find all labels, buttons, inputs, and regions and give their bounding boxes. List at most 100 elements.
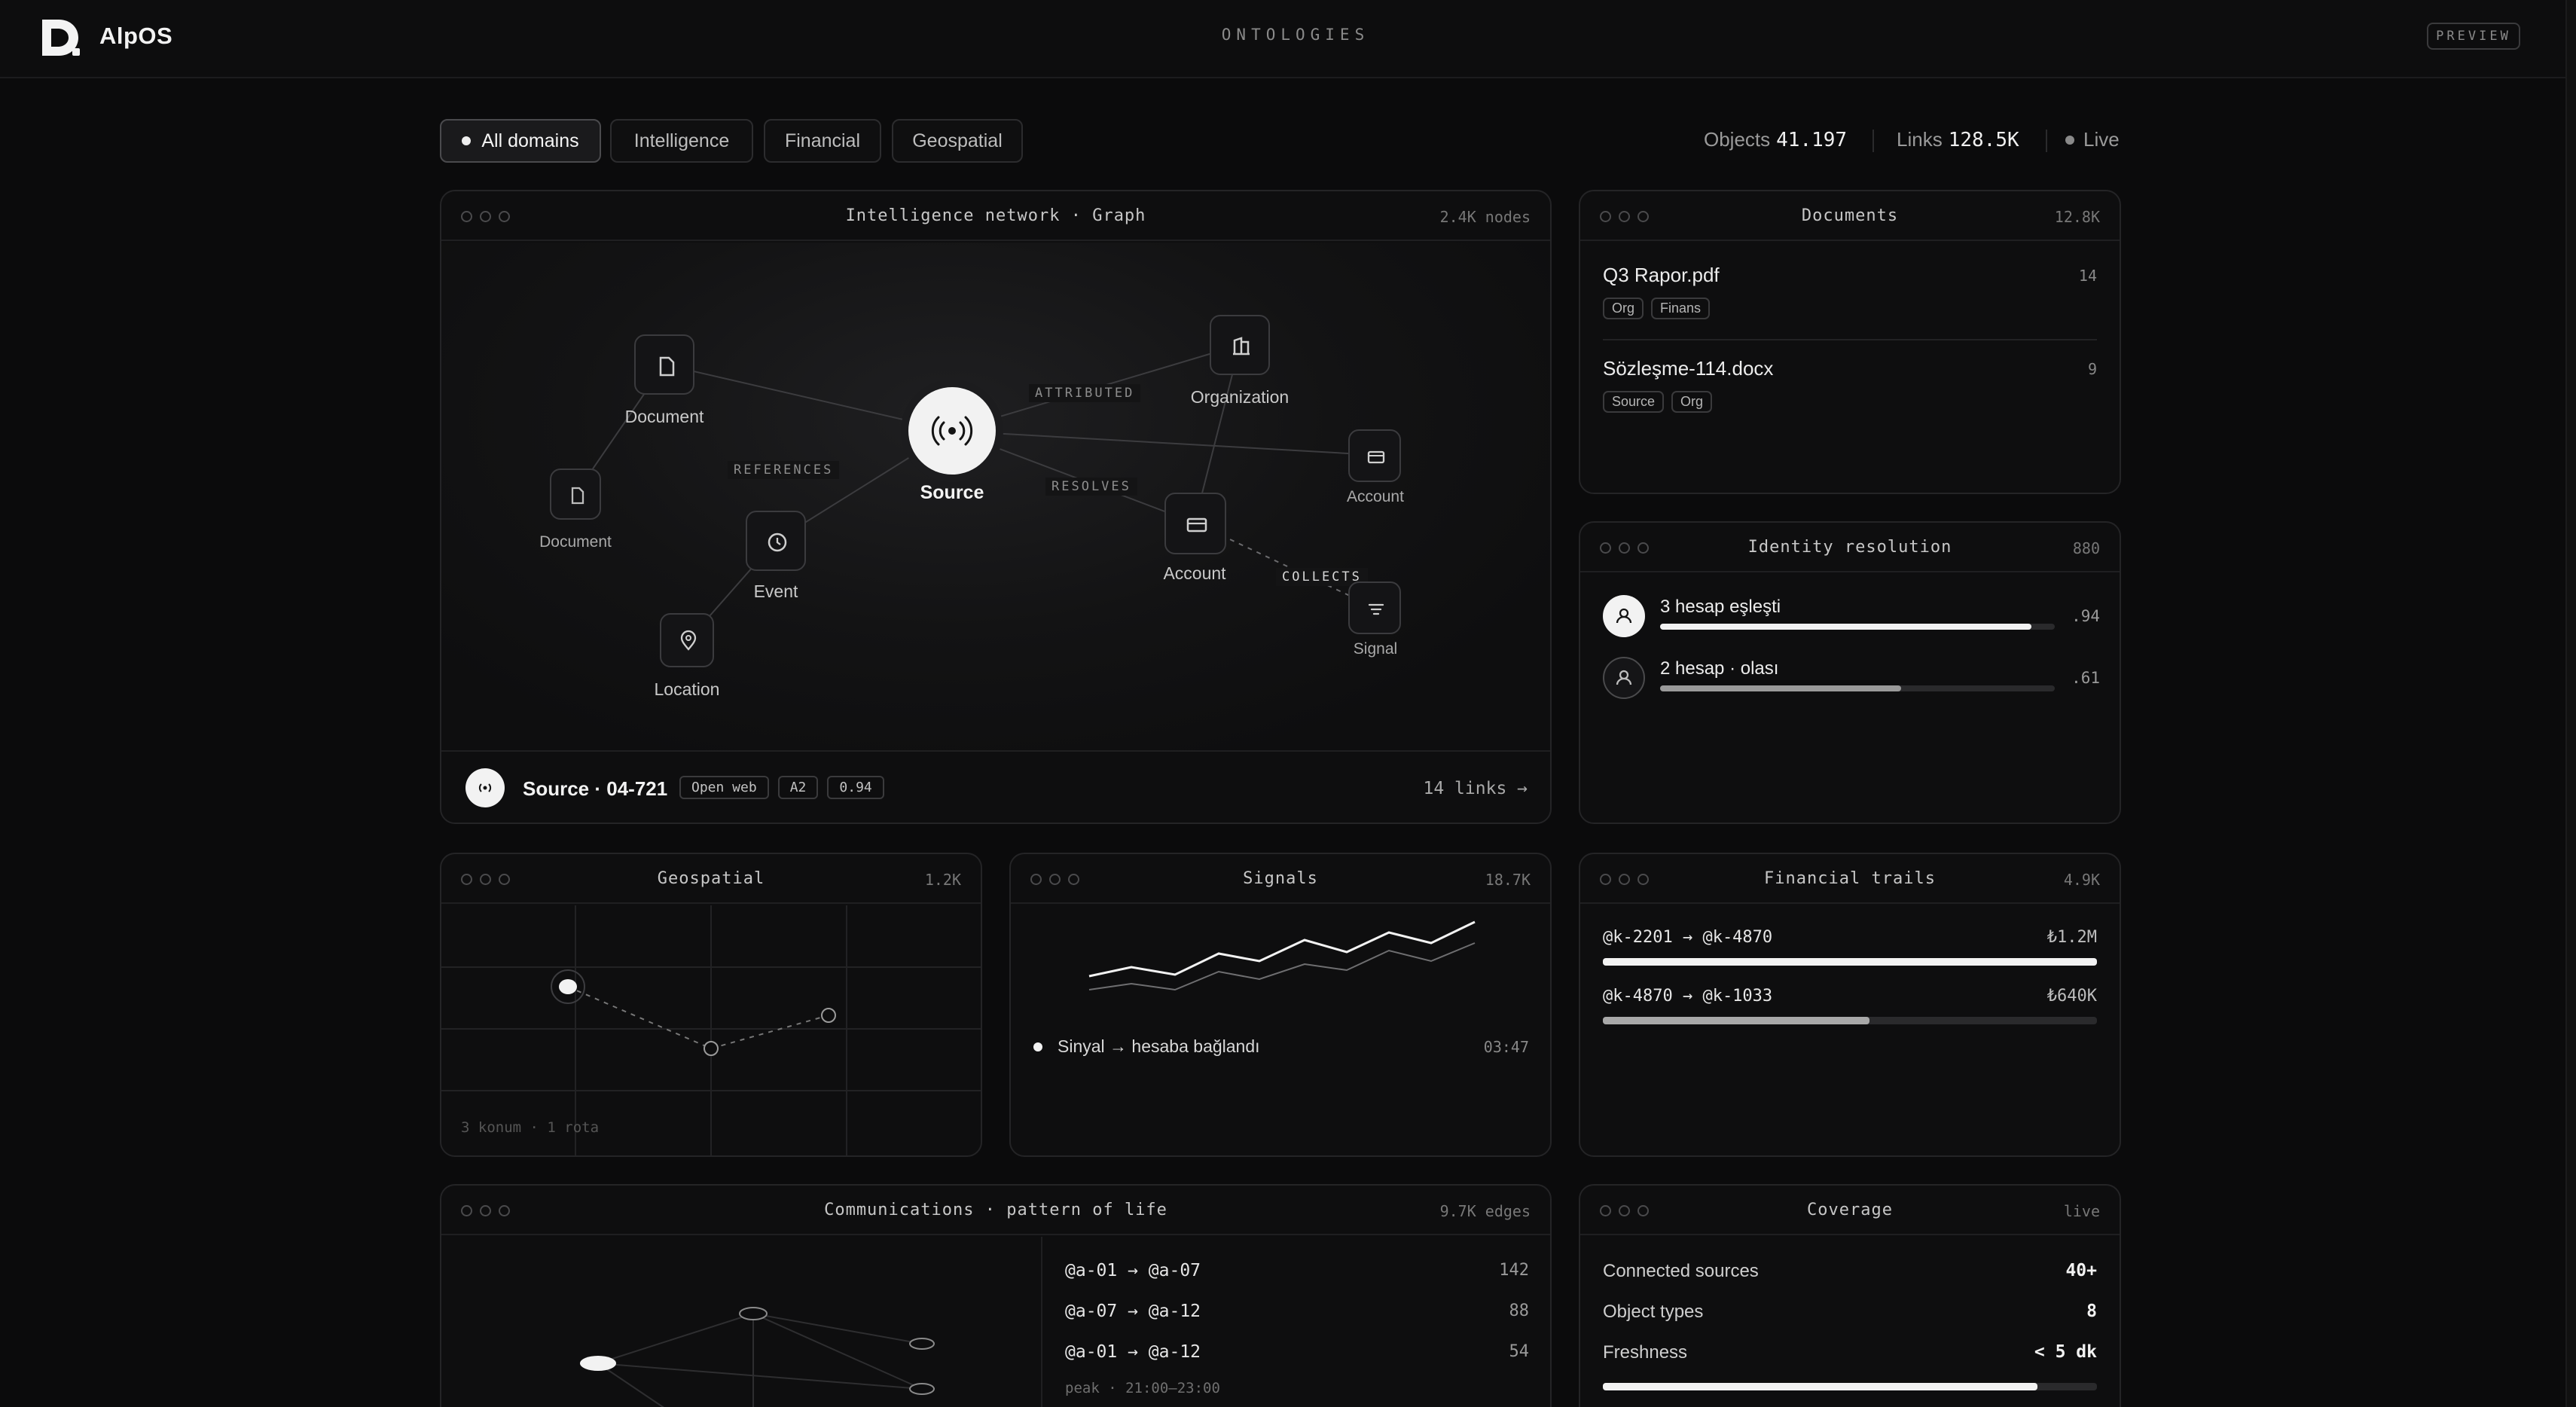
graph-node-account[interactable] [1164,493,1226,554]
amount-bar-fill [1603,958,2097,966]
filter-chip-geospatial[interactable]: Geospatial [892,119,1023,163]
comms-node[interactable] [580,1356,616,1371]
document-tag: Finans [1651,298,1711,319]
confidence-score: .94 [2071,607,2100,625]
panel-header: Signals 18.7K [1011,854,1550,904]
document-icon [571,487,584,505]
graph-node-label: Event [753,581,798,601]
comms-peak: peak · 21:00–23:00 [1065,1380,1220,1396]
list-item[interactable]: 3 hesap eşleşti .94 [1603,595,2100,642]
active-dot-icon [462,136,472,145]
identity-label: 2 hesap · olası [1660,658,1779,679]
location-marker[interactable] [704,1041,719,1056]
preview-badge: PREVIEW [2427,23,2520,50]
filter-chip-label: Geospatial [912,130,1003,151]
clock-icon [768,533,787,552]
panel-title: Coverage [1807,1201,1893,1219]
comms-count: 142 [1499,1261,1529,1280]
coverage-label: Object types [1603,1302,1704,1322]
intelligence-graph-panel: Intelligence network · Graph 2.4K nodes … [440,190,1552,824]
page-section-title: ONTOLOGIES [1221,26,1370,44]
panel-divider [1041,1237,1042,1407]
card-icon [1367,450,1385,464]
graph-node-source[interactable] [908,387,996,475]
panel-header: Identity resolution 880 [1580,523,2120,572]
tag-grade: A2 [777,776,819,799]
confidence-bar [1660,685,2055,691]
panel-title: Identity resolution [1747,538,1952,557]
coverage-panel: Coverage live Connected sources 40+ Obje… [1579,1184,2121,1407]
graph-node-event[interactable] [746,511,806,571]
panel-count: 4.9K [2063,871,2100,889]
graph-node-account[interactable] [1348,429,1401,482]
panel-header: Documents 12.8K [1580,191,2120,241]
graph-node-label: Source [920,482,984,503]
comms-node[interactable] [909,1338,935,1350]
comms-network[interactable] [441,1237,1041,1407]
list-divider [1603,339,2097,340]
comms-pair[interactable]: @a-01 → @a-07 [1065,1261,1201,1280]
coverage-value: 40+ [2065,1261,2097,1280]
graph-node-label: Document [624,407,704,426]
panel-title: Signals [1243,869,1318,888]
coverage-label: Connected sources [1603,1261,1759,1281]
list-item[interactable]: 2 hesap · olası .61 [1603,657,2100,704]
filter-chip-financial[interactable]: Financial [764,119,881,163]
links-button[interactable]: 14 links → [1424,779,1528,798]
graph-node-document[interactable] [550,468,601,520]
filter-chip-all-domains[interactable]: All domains [440,119,601,163]
alpos-logo-icon[interactable] [39,17,81,59]
list-item[interactable]: Sözleşme-114.docx 9 Source Org [1603,357,2097,413]
tag-open-web: Open web [679,776,769,799]
graph-node-document[interactable] [634,334,694,395]
graph-canvas[interactable]: ATTRIBUTED REFERENCES RESOLVES COLLECTS … [441,243,1550,750]
edge-label-resolves: RESOLVES [1045,478,1137,496]
documents-panel: Documents 12.8K Q3 Rapor.pdf 14 Org Finan… [1579,190,2121,494]
location-marker[interactable] [559,979,577,994]
panel-title: Documents [1801,206,1899,225]
signals-sparkline [1088,920,1476,991]
building-icon [1233,337,1250,356]
graph-node-label: Account [1347,488,1404,505]
selected-source-title: Source · 04-721 [523,777,668,800]
comms-pair[interactable]: @a-07 → @a-12 [1065,1302,1201,1321]
comms-node[interactable] [909,1383,935,1395]
list-item[interactable]: @k-4870 → @k-1033 ₺640K [1603,987,2097,1032]
graph-node-label: Location [654,679,720,699]
graph-node-label: Account [1163,563,1226,583]
graph-node-location[interactable] [660,613,714,667]
panel-title: Geospatial [657,869,765,888]
identity-label: 3 hesap eşleşti [1660,597,1781,617]
panel-title: Communications · pattern of life [824,1201,1167,1219]
signal-event-text[interactable]: Sinyal → hesaba bağlandı [1058,1036,1260,1057]
identity-resolution-panel: Identity resolution 880 3 hesap eşleşti … [1579,521,2121,824]
coverage-label: Freshness [1603,1342,1688,1363]
panel-count: 2.4K nodes [1439,208,1531,226]
location-marker[interactable] [821,1008,836,1023]
stat-value: 41.197 [1776,129,1848,151]
panel-header: Coverage live [1580,1186,2120,1235]
panel-count: 18.7K [1485,871,1531,889]
geo-map[interactable] [441,905,981,1155]
page-scrollbar[interactable] [2565,0,2576,1407]
panel-divider [441,750,1550,752]
comms-pair[interactable]: @a-01 → @a-12 [1065,1342,1201,1362]
selected-source-avatar [465,768,505,807]
panel-count: 12.8K [2054,208,2100,226]
communications-panel: Communications · pattern of life 9.7K ed… [440,1184,1552,1407]
financial-amount: ₺1.2M [2046,928,2097,947]
filter-chip-intelligence[interactable]: Intelligence [610,119,753,163]
broadcast-icon [931,416,973,446]
panel-count: 9.7K edges [1439,1202,1531,1220]
list-item[interactable]: Q3 Rapor.pdf 14 Org Finans [1603,264,2097,319]
graph-node-organization[interactable] [1210,315,1270,375]
map-pin-icon [680,630,697,651]
broadcast-icon [478,783,492,792]
comms-node[interactable] [739,1307,768,1320]
filter-chip-label: Intelligence [633,130,730,151]
live-status-label: Live [2083,128,2120,151]
list-item[interactable]: @k-2201 → @k-4870 ₺1.2M [1603,928,2097,973]
graph-node-signal[interactable] [1348,581,1401,634]
card-icon [1186,517,1207,533]
confidence-bar-fill [1660,624,2031,630]
